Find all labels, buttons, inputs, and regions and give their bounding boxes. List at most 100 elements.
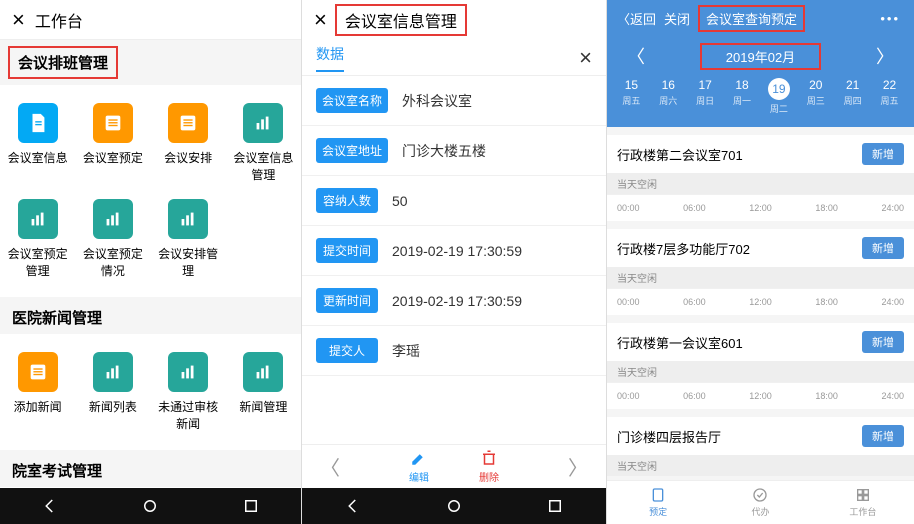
calendar: 〈 2019年02月 〉 15周五16周六17周日18周一19周二20周三21周… (607, 36, 914, 127)
content-scroll[interactable]: 会议排班管理会议室信息会议室预定 会议安排 会议室信息管理会议室预定管理会议室预定情… (0, 40, 301, 488)
prev-icon[interactable]: 〈 (320, 452, 340, 481)
section-title: 医院新闻管理 (0, 297, 301, 334)
section-title: 院室考试管理 (0, 450, 301, 487)
list-icon (18, 352, 58, 392)
form-row: 更新时间 2019-02-19 17:30:59 (302, 276, 606, 326)
field-value: 门诊大楼五楼 (402, 141, 486, 161)
grid-item[interactable]: 会议安排 (151, 95, 226, 191)
nav-recent-icon[interactable] (546, 497, 564, 515)
nav-back-icon[interactable] (41, 497, 59, 515)
calendar-day[interactable]: 18周一 (724, 78, 761, 115)
calendar-day[interactable]: 16周六 (650, 78, 687, 115)
grid-item-label: 会议安排管理 (155, 245, 222, 279)
field-label: 会议室名称 (316, 88, 388, 113)
close-icon[interactable]: × (12, 7, 25, 33)
calendar-day[interactable]: 15周五 (613, 78, 650, 115)
back-button[interactable]: 〈返回 (613, 9, 660, 28)
chart-icon (243, 103, 283, 143)
next-icon[interactable]: 〉 (568, 452, 588, 481)
room-name: 行政楼第二会议室701 (617, 145, 743, 164)
header-title: 工作台 (35, 8, 83, 32)
android-nav (0, 488, 301, 524)
header-title: 会议室信息管理 (335, 4, 467, 36)
header: × 会议室信息管理 (302, 0, 606, 40)
form-row: 会议室名称外科会议室 (302, 76, 606, 126)
calendar-day[interactable]: 20周三 (797, 78, 834, 115)
new-button[interactable]: 新增 (862, 143, 904, 165)
nav-home-icon[interactable] (141, 497, 159, 515)
header-title: 会议室查询预定 (698, 5, 805, 32)
day-row: 15周五16周六17周日18周一19周二20周三21周四22周五 (607, 70, 914, 117)
doc-icon (18, 103, 58, 143)
tab-工作台[interactable]: 工作台 (812, 481, 914, 524)
room-status: 当天空闲 (607, 455, 914, 476)
grid-item[interactable]: 未通过审核新闻 (151, 344, 226, 440)
grid-item[interactable]: 新闻列表 (75, 344, 150, 440)
more-icon[interactable]: ••• (872, 11, 908, 26)
grid-item[interactable]: 会议室信息 (0, 95, 75, 191)
nav-home-icon[interactable] (445, 497, 463, 515)
grid-item-label: 会议室信息 (8, 149, 68, 166)
calendar-day[interactable]: 17周日 (687, 78, 724, 115)
tab-row: 数据 × (302, 40, 606, 76)
field-label: 更新时间 (316, 288, 378, 313)
grid-item[interactable]: 会议安排管理 (151, 191, 226, 287)
grid-item[interactable]: 会议室信息管理 (226, 95, 301, 191)
new-button[interactable]: 新增 (862, 237, 904, 259)
calendar-day[interactable]: 21周四 (834, 78, 871, 115)
new-button[interactable]: 新增 (862, 425, 904, 447)
field-value: 2019-02-19 17:30:59 (392, 293, 522, 309)
grid-item-label: 添加新闻 (14, 398, 62, 415)
next-month-icon[interactable]: 〉 (876, 43, 894, 69)
tab-代办[interactable]: 代办 (709, 481, 811, 524)
field-label: 提交人 (316, 338, 378, 363)
field-value: 李瑶 (392, 341, 420, 361)
screen-room-info: × 会议室信息管理 数据 × 会议室名称外科会议室会议室地址门诊大楼五楼容纳人数… (302, 0, 607, 524)
tab-预定[interactable]: 预定 (607, 481, 709, 524)
new-button[interactable]: 新增 (862, 331, 904, 353)
grid-item[interactable]: 添加新闻 (0, 344, 75, 440)
room-status: 当天空闲 (607, 361, 914, 382)
tab-label: 代办 (751, 505, 769, 518)
list-icon (168, 103, 208, 143)
chart-icon (168, 199, 208, 239)
android-nav (302, 488, 606, 524)
section-title: 会议排班管理 (8, 46, 118, 79)
timeline: 00:0006:0012:0018:0024:00 (607, 382, 914, 409)
screen-room-booking: 〈返回 关闭 会议室查询预定 ••• 〈 2019年02月 〉 15周五16周六… (607, 0, 914, 524)
tab-data[interactable]: 数据 (316, 44, 344, 72)
field-label: 容纳人数 (316, 188, 378, 213)
edit-button[interactable]: 编辑 (409, 449, 429, 484)
close-button[interactable]: 关闭 (660, 9, 694, 28)
delete-button[interactable]: 删除 (479, 449, 499, 484)
chart-icon (168, 352, 208, 392)
calendar-day[interactable]: 22周五 (871, 78, 908, 115)
grid-item-label: 会议室预定 (83, 149, 143, 166)
close-icon[interactable]: × (314, 7, 327, 33)
field-value: 50 (392, 193, 408, 209)
grid-item-label: 会议室信息管理 (230, 149, 297, 183)
chart-icon (243, 352, 283, 392)
room-list[interactable]: 行政楼第二会议室701新增当天空闲00:0006:0012:0018:0024:… (607, 127, 914, 480)
nav-back-icon[interactable] (344, 497, 362, 515)
close-icon[interactable]: × (579, 45, 592, 71)
calendar-day[interactable]: 19周二 (761, 78, 798, 115)
room-card: 行政楼7层多功能厅702新增当天空闲00:0006:0012:0018:0024… (607, 229, 914, 315)
room-status: 当天空闲 (607, 267, 914, 288)
nav-recent-icon[interactable] (242, 497, 260, 515)
grid-item[interactable]: 会议室预定 (75, 95, 150, 191)
grid-item[interactable]: 会议室预定情况 (75, 191, 150, 287)
room-card: 行政楼第一会议室601新增当天空闲00:0006:0012:0018:0024:… (607, 323, 914, 409)
form-row: 提交时间2019-02-19 17:30:59 (302, 226, 606, 276)
grid-item[interactable]: 会议室预定管理 (0, 191, 75, 287)
grid-item-label: 会议室预定管理 (4, 245, 71, 279)
screen-workbench: × 工作台 会议排班管理会议室信息会议室预定 会议安排 会议室信息管理会议室预定管理… (0, 0, 302, 524)
grid-item-label: 会议安排 (164, 149, 212, 166)
footer: 〈 编辑 删除 〉 (302, 444, 606, 488)
field-label: 会议室地址 (316, 138, 388, 163)
field-label: 提交时间 (316, 238, 378, 263)
prev-month-icon[interactable]: 〈 (627, 43, 645, 69)
room-card: 门诊楼四层报告厅新增当天空闲 (607, 417, 914, 476)
header: × 工作台 (0, 0, 301, 40)
grid-item[interactable]: 新闻管理 (226, 344, 301, 440)
